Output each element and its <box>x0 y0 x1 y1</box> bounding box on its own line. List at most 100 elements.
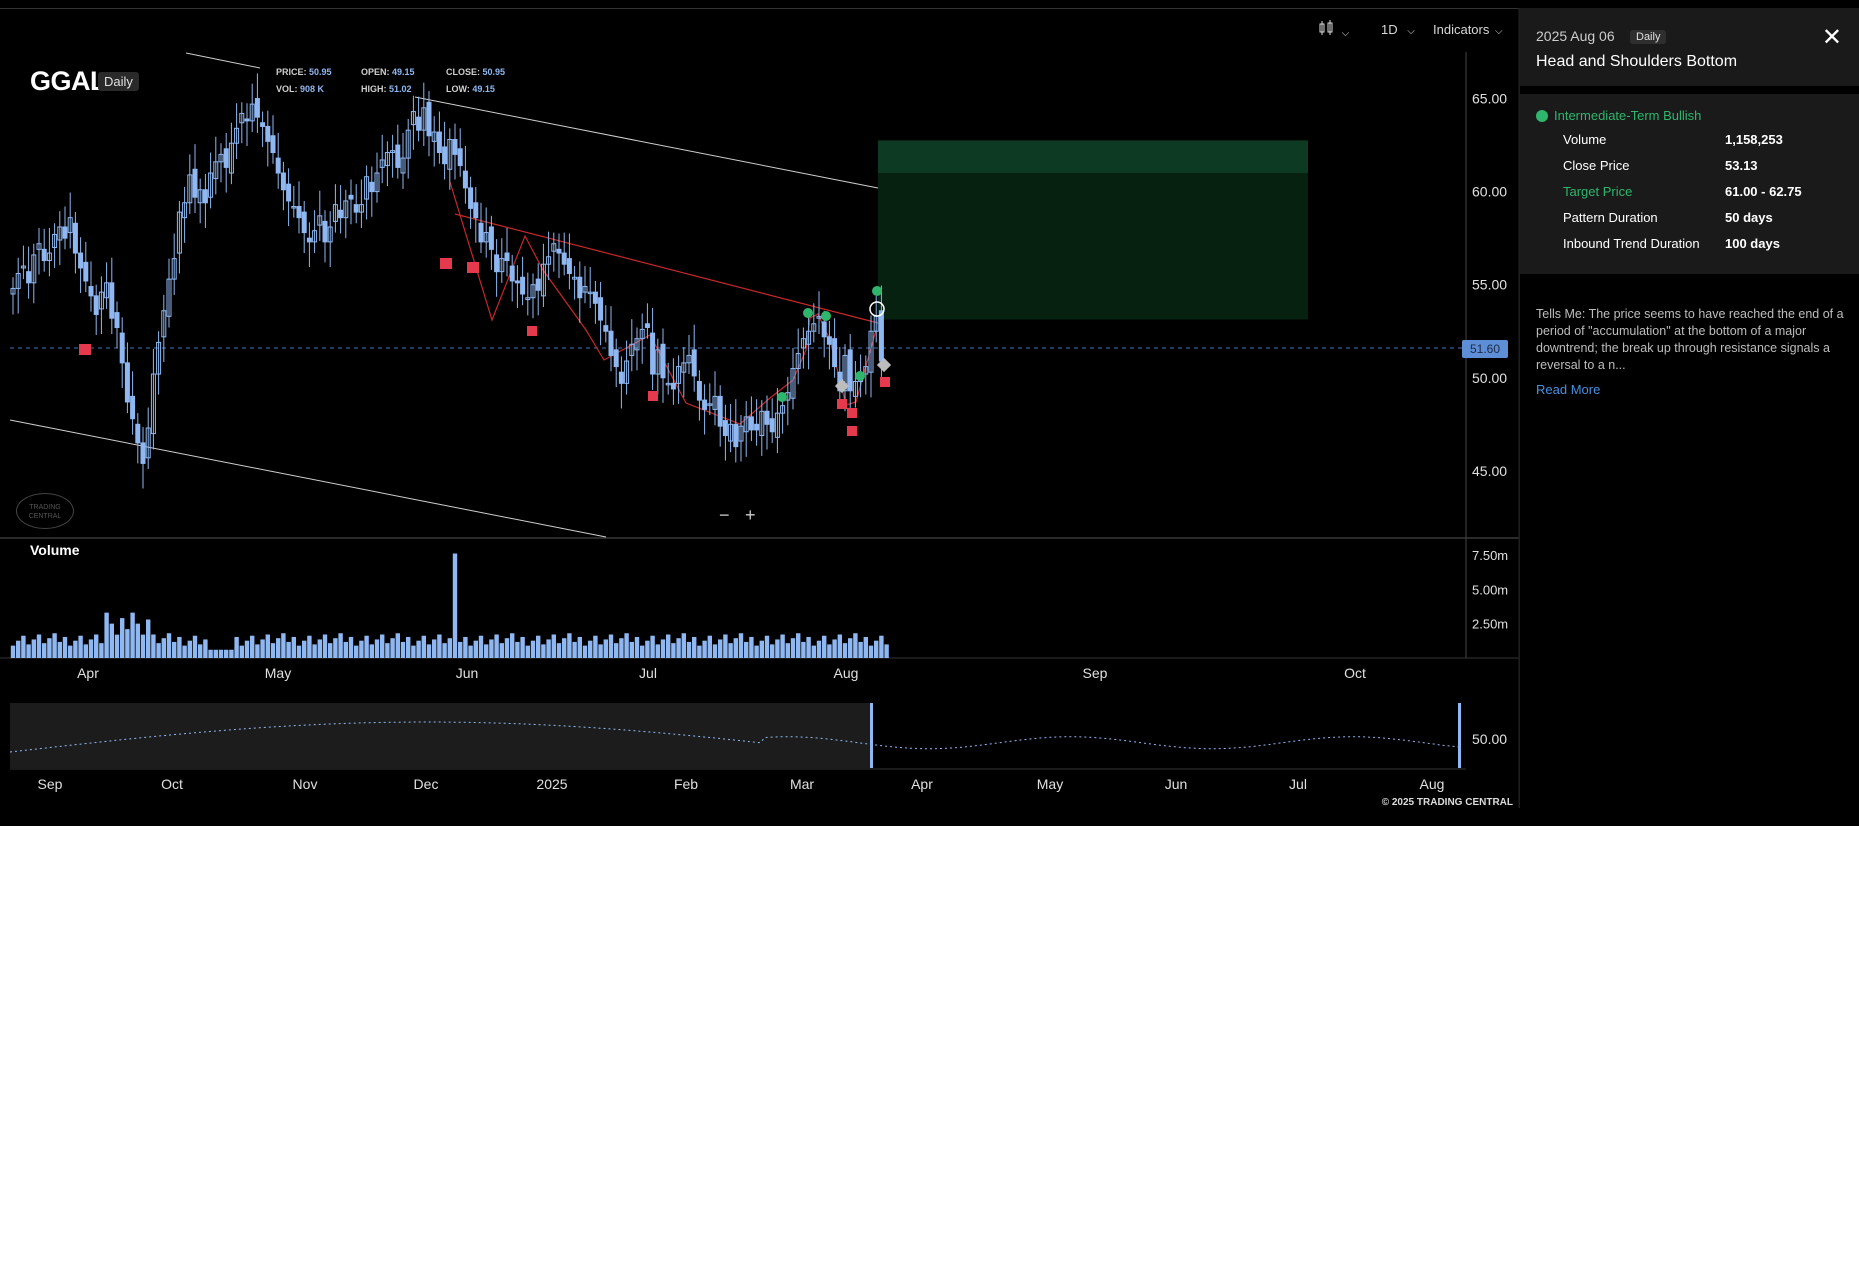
candle <box>166 258 172 328</box>
candle <box>691 324 697 392</box>
candle <box>702 384 708 435</box>
candle <box>322 210 328 263</box>
ohlc-vol-label: VOL: <box>276 84 298 94</box>
volume-bar <box>21 635 26 658</box>
read-more-link[interactable]: Read More <box>1536 382 1600 397</box>
candle-body <box>254 98 260 118</box>
volume-bar <box>130 612 135 658</box>
volume-bar <box>270 643 276 658</box>
volume-bar <box>634 636 640 658</box>
candle-body <box>618 371 624 384</box>
volume-bar <box>187 640 192 658</box>
candle <box>234 103 240 160</box>
volume-bar <box>660 639 666 658</box>
volume-bar <box>109 623 114 658</box>
indicators-button[interactable]: Indicators ⌵ <box>1433 22 1503 37</box>
candle-body <box>696 380 702 401</box>
candle-body <box>452 138 458 155</box>
sell-signal-marker <box>648 391 658 401</box>
candle <box>733 399 739 463</box>
candle-body <box>754 423 760 431</box>
interval-select[interactable]: 1D ⌵ <box>1381 22 1415 37</box>
candle-body <box>468 187 474 209</box>
signal-text: Intermediate-Term Bullish <box>1554 108 1702 123</box>
volume-bar <box>437 634 442 658</box>
candle <box>62 206 68 250</box>
navigator-tick-label: 50.00 <box>1472 731 1507 747</box>
candle-body <box>566 258 572 275</box>
candle <box>800 327 806 369</box>
volume-bar <box>759 640 764 658</box>
candle-body <box>78 252 84 269</box>
volume-bar <box>286 641 291 658</box>
candle <box>410 95 416 150</box>
price-tick-label: 65.00 <box>1472 91 1507 107</box>
candle <box>57 211 63 266</box>
candle <box>785 376 791 426</box>
candle-body <box>62 226 68 239</box>
volume-bar <box>276 638 281 658</box>
volume-bar <box>312 644 317 658</box>
volume-bar <box>52 633 57 658</box>
bullish-signal-marker <box>872 286 882 296</box>
ohlc-close: CLOSE: 50.95 <box>446 67 505 77</box>
candle <box>254 73 260 133</box>
navigator-month-label: Aug <box>1420 776 1445 792</box>
volume-bar <box>489 639 494 658</box>
candle-body <box>603 325 609 332</box>
interval-label: 1D <box>1381 22 1398 37</box>
chart-canvas[interactable]: 65.00 60.00 55.00 50.00 45.00 Volume 7.50m 5.00… <box>0 0 1519 826</box>
candle <box>135 413 141 464</box>
candle <box>218 143 224 183</box>
navigator-month-label: Apr <box>911 776 933 792</box>
candle <box>551 232 557 272</box>
candle <box>265 110 271 167</box>
zoom-in-button[interactable]: + <box>745 505 756 526</box>
volume-bar <box>770 644 775 658</box>
volume-tick-label: 2.50m <box>1472 617 1508 632</box>
candle <box>104 262 110 309</box>
candle <box>769 398 775 443</box>
ohlc-high-label: HIGH: <box>361 84 387 94</box>
candle-body <box>192 168 198 198</box>
candle-body <box>306 237 312 243</box>
channel-top-line <box>414 96 879 189</box>
volume-bar <box>801 641 806 658</box>
symbol-ticker: GGAL <box>30 66 107 96</box>
chart-type-button[interactable]: ⌵ <box>1318 20 1349 39</box>
volume-bar <box>31 639 36 658</box>
stat-label: Volume <box>1563 132 1607 147</box>
volume-bar <box>582 645 588 658</box>
volume-bar <box>328 643 333 658</box>
volume-bar <box>166 633 172 658</box>
volume-bar <box>411 645 416 658</box>
ohlc-vol-value: 908 K <box>300 84 325 94</box>
signal-label: Intermediate-Term Bullish <box>1536 108 1701 123</box>
channel-bottom-line <box>9 419 607 538</box>
candle <box>816 291 822 335</box>
sell-signal-marker <box>527 326 537 336</box>
candle <box>868 315 874 398</box>
ohlc-open: OPEN: 49.15 <box>361 67 415 77</box>
candle <box>561 232 567 276</box>
candle <box>239 102 245 144</box>
candle-body <box>140 442 146 464</box>
volume-bar <box>374 639 380 658</box>
zoom-out-button[interactable]: − <box>719 505 730 526</box>
volume-title: Volume <box>30 542 80 558</box>
candle-body <box>702 399 708 410</box>
volume-bar <box>244 640 250 658</box>
candle-body <box>660 343 666 379</box>
candle <box>286 168 292 227</box>
volume-bar <box>504 638 510 658</box>
candle <box>499 238 505 283</box>
volume-bar <box>624 633 629 658</box>
candle-body <box>119 332 125 364</box>
candle <box>447 128 453 190</box>
volume-bar <box>380 634 385 658</box>
candle <box>332 184 338 233</box>
close-panel-button[interactable]: ✕ <box>1822 23 1842 52</box>
volume-bar <box>307 635 312 658</box>
candle <box>712 371 718 426</box>
candle-body <box>135 423 141 444</box>
